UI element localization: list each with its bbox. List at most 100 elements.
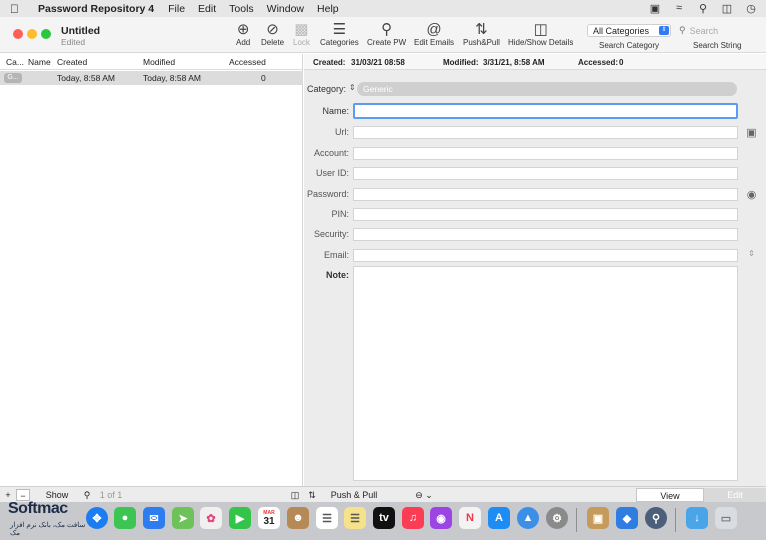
time-machine-icon[interactable]: ◷ [744,1,758,15]
accessed-value: 0 [619,58,624,67]
edit-emails-button[interactable]: @ Edit Emails [414,21,454,47]
calendar-icon[interactable]: MAR 31 [258,507,280,529]
column-category[interactable]: Ca... [6,57,24,67]
account-field[interactable] [353,147,738,160]
window-switch-icon[interactable]: ▣ [648,1,662,15]
music-icon[interactable]: ♫ [402,507,424,529]
mail-icon[interactable]: ✉ [143,507,165,529]
apple-tv-icon[interactable]: tv [373,507,395,529]
minimize-window-button[interactable] [27,29,37,39]
testflight-icon[interactable]: ▲ [517,507,539,529]
account-label: Account: [313,148,349,158]
name-label: Name: [322,106,349,116]
table-row[interactable]: G... Today, 8:58 AM Today, 8:58 AM 0 [0,71,303,85]
news-icon[interactable]: N [459,507,481,529]
email-stepper-icon[interactable]: ⇕ [744,249,759,262]
watermark-logo: Softmac سافت مک، بانک نرم افزار مک [6,498,96,537]
menu-window[interactable]: Window [267,3,304,15]
dock-separator-2 [675,508,676,532]
password-field[interactable] [353,188,738,201]
edit-segment[interactable]: Edit [704,488,766,502]
category-stepper-icon[interactable]: ⇕ [349,83,356,92]
column-accessed[interactable]: Accessed [229,57,266,67]
search-input[interactable]: ⚲ Search [679,24,757,37]
photos-icon[interactable]: ✿ [200,507,222,529]
modified-value: 3/31/21, 8:58 AM [483,58,545,67]
key-icon: ⚲ [381,21,393,38]
reminders-icon[interactable]: ☰ [316,507,338,529]
hide-show-label: Hide/Show Details [508,38,574,47]
spotlight-icon[interactable]: ⚲ [696,1,710,15]
create-pw-button[interactable]: ⚲ Create PW [367,21,406,47]
prohibit-icon: ⊘ [266,21,279,38]
facetime-icon[interactable]: ▶ [229,507,251,529]
vpn-app-icon[interactable]: ◆ [616,507,638,529]
dock: ✥ ● ✉ ➤ ✿ ▶ MAR 31 ☻ ☰ ☰ tv ♫ ◉ N A ▲ ⚙ … [0,502,766,540]
system-preferences-icon[interactable]: ⚙ [546,507,568,529]
wifi-icon[interactable]: ≈ [672,1,686,15]
category-select[interactable]: All Categories ⇕ [587,24,671,37]
categories-button[interactable]: ☰ Categories [320,21,359,47]
watermark-brand: Softmac [8,500,68,517]
lock-button[interactable]: ▩ Lock [293,21,310,47]
close-window-button[interactable] [13,29,23,39]
name-field[interactable] [353,103,738,119]
trash-icon[interactable]: ▭ [715,507,737,529]
modified-label: Modified: [443,58,479,67]
maps-icon[interactable]: ➤ [172,507,194,529]
delete-button[interactable]: ⊘ Delete [261,21,284,47]
user-id-field[interactable] [353,167,738,180]
pin-field[interactable] [353,208,738,221]
note-textarea[interactable] [353,266,738,481]
hide-show-details-button[interactable]: ◫ Hide/Show Details [508,21,573,47]
category-popup[interactable]: Generic [357,82,737,96]
search-caption: Search String [693,41,742,50]
category-select-value: All Categories [593,25,650,36]
app-store-icon[interactable]: A [488,507,510,529]
document-title: Untitled [61,25,101,37]
messages-icon[interactable]: ● [114,507,136,529]
metadata-bar: Created: 31/03/21 08:58 Modified: 3/31/2… [304,54,766,70]
podcasts-icon[interactable]: ◉ [430,507,452,529]
plus-circle-icon: ⊕ [236,21,250,38]
push-pull-bottom-button[interactable]: Push & Pull [325,489,383,501]
downloads-folder-icon[interactable]: ↓ [686,507,708,529]
column-name[interactable]: Name [28,57,51,67]
edit-emails-label: Edit Emails [414,38,455,47]
password-repository-icon[interactable]: ⚲ [645,507,667,529]
email-field[interactable] [353,249,738,262]
lock-icon: ▩ [294,21,309,38]
menu-app-name[interactable]: Password Repository 4 [38,3,154,15]
notes-icon[interactable]: ☰ [344,507,366,529]
push-pull-label: Push&Pull [463,38,500,47]
category-caption: Search Category [599,41,660,50]
archive-utility-icon[interactable]: ▣ [587,507,609,529]
menu-edit[interactable]: Edit [198,3,216,15]
open-url-icon[interactable]: ▣ [744,126,759,139]
menu-file[interactable]: File [168,3,185,15]
push-pull-button[interactable]: ⇅ Push&Pull [463,21,500,47]
action-popup[interactable]: ⊖ ⌄ [408,489,440,501]
watermark-subtitle: سافت مک، بانک نرم افزار مک [10,522,86,537]
menu-tools[interactable]: Tools [229,3,254,15]
lock-label: Lock [293,38,310,47]
url-label: Url: [335,127,349,137]
column-modified[interactable]: Modified [143,57,175,67]
categories-icon: ☰ [332,21,347,38]
add-label: Add [236,38,251,47]
reveal-password-icon[interactable]: ◉ [744,188,759,201]
apple-menu-icon[interactable]:  [10,2,24,16]
add-button[interactable]: ⊕ Add [236,21,250,47]
toggle-sidebar-icon[interactable]: ◫ [289,489,301,501]
security-field[interactable] [353,228,738,241]
menu-help[interactable]: Help [317,3,339,15]
zoom-window-button[interactable] [41,29,51,39]
search-icon: ⚲ [679,25,686,35]
column-created[interactable]: Created [57,57,87,67]
search-placeholder: Search [689,25,719,36]
contacts-icon[interactable]: ☻ [287,507,309,529]
control-center-icon[interactable]: ◫ [720,1,734,15]
url-field[interactable] [353,126,738,139]
view-segment[interactable]: View [636,488,704,502]
security-label: Security: [313,229,349,239]
